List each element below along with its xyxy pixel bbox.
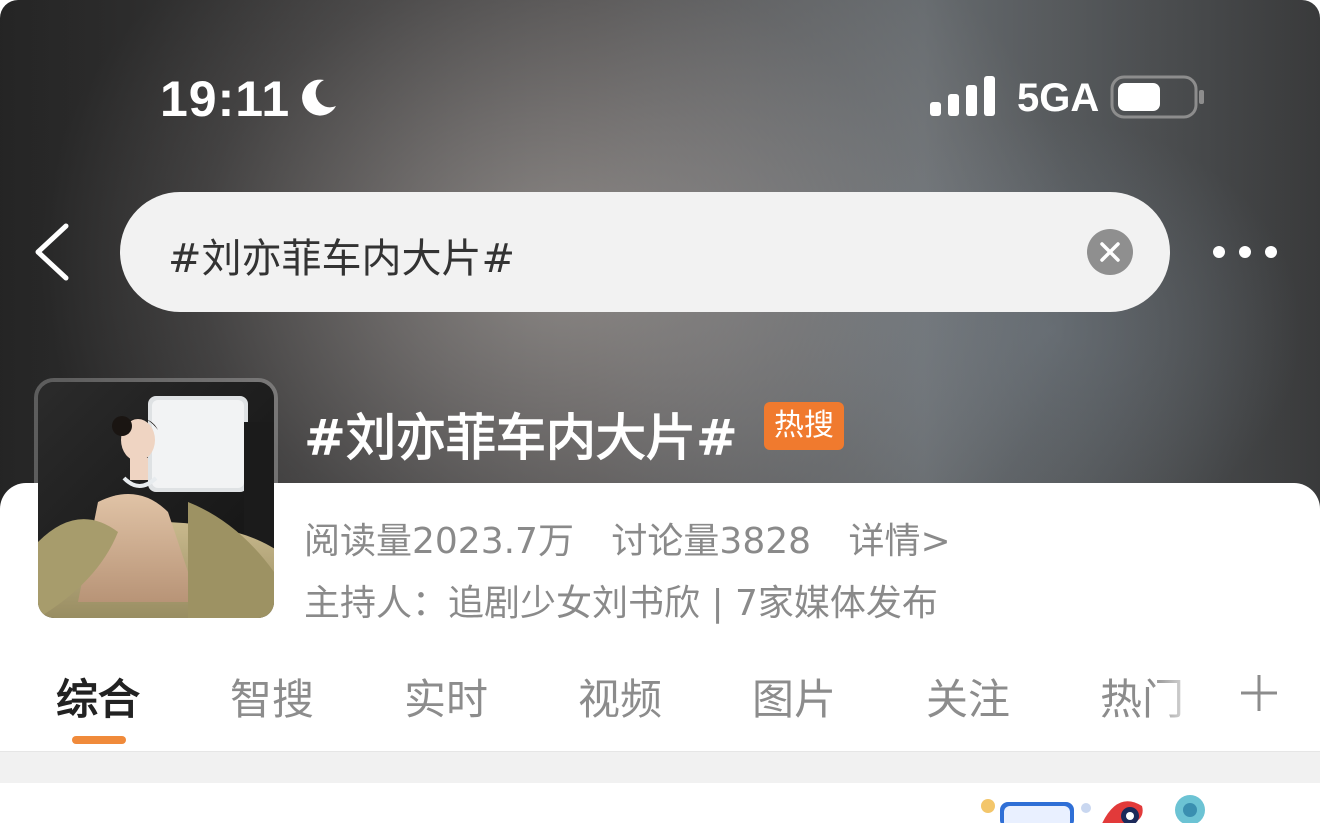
hot-search-badge: 热搜 <box>764 402 844 450</box>
moon-icon <box>302 79 336 116</box>
tab-overflow-fade <box>1150 660 1240 740</box>
battery-icon <box>1110 75 1204 119</box>
read-count: 阅读量2023.7万 <box>304 521 574 562</box>
tab-following[interactable]: 关注 <box>926 666 1010 727</box>
tab-realtime[interactable]: 实时 <box>404 666 488 727</box>
cover-illustration <box>38 382 274 618</box>
tab-smart-search[interactable]: 智搜 <box>230 666 314 727</box>
search-query-text[interactable]: #刘亦菲车内大片# <box>168 226 515 284</box>
signal-icon <box>930 76 995 116</box>
chevron-left-icon[interactable] <box>30 222 74 282</box>
more-icon[interactable] <box>1210 240 1280 264</box>
details-link[interactable]: 详情> <box>849 521 951 562</box>
discussion-count: 讨论量3828 <box>611 521 812 562</box>
topic-stats: 阅读量2023.7万 讨论量3828 详情> <box>304 512 977 564</box>
tab-video[interactable]: 视频 <box>578 666 662 727</box>
search-input[interactable]: #刘亦菲车内大片# <box>120 192 1170 312</box>
search-tabs: 综合 智搜 实时 视频 图片 关注 热门 <box>0 660 1320 750</box>
tab-images[interactable]: 图片 <box>752 666 836 727</box>
tab-comprehensive[interactable]: 综合 <box>56 666 140 727</box>
active-tab-indicator <box>72 736 126 744</box>
topic-title: #刘亦菲车内大片# <box>304 409 738 467</box>
plus-icon[interactable] <box>1238 672 1280 714</box>
topic-cover-image[interactable] <box>34 378 278 622</box>
network-label: 5GA <box>1017 76 1100 120</box>
clear-icon[interactable] <box>1087 229 1133 275</box>
host-line[interactable]: 主持人：追剧少女刘书欣 | 7家媒体发布 <box>304 574 938 626</box>
promo-banner-art[interactable] <box>976 788 1220 823</box>
status-time: 19:11 <box>160 71 291 127</box>
section-divider <box>0 751 1320 783</box>
